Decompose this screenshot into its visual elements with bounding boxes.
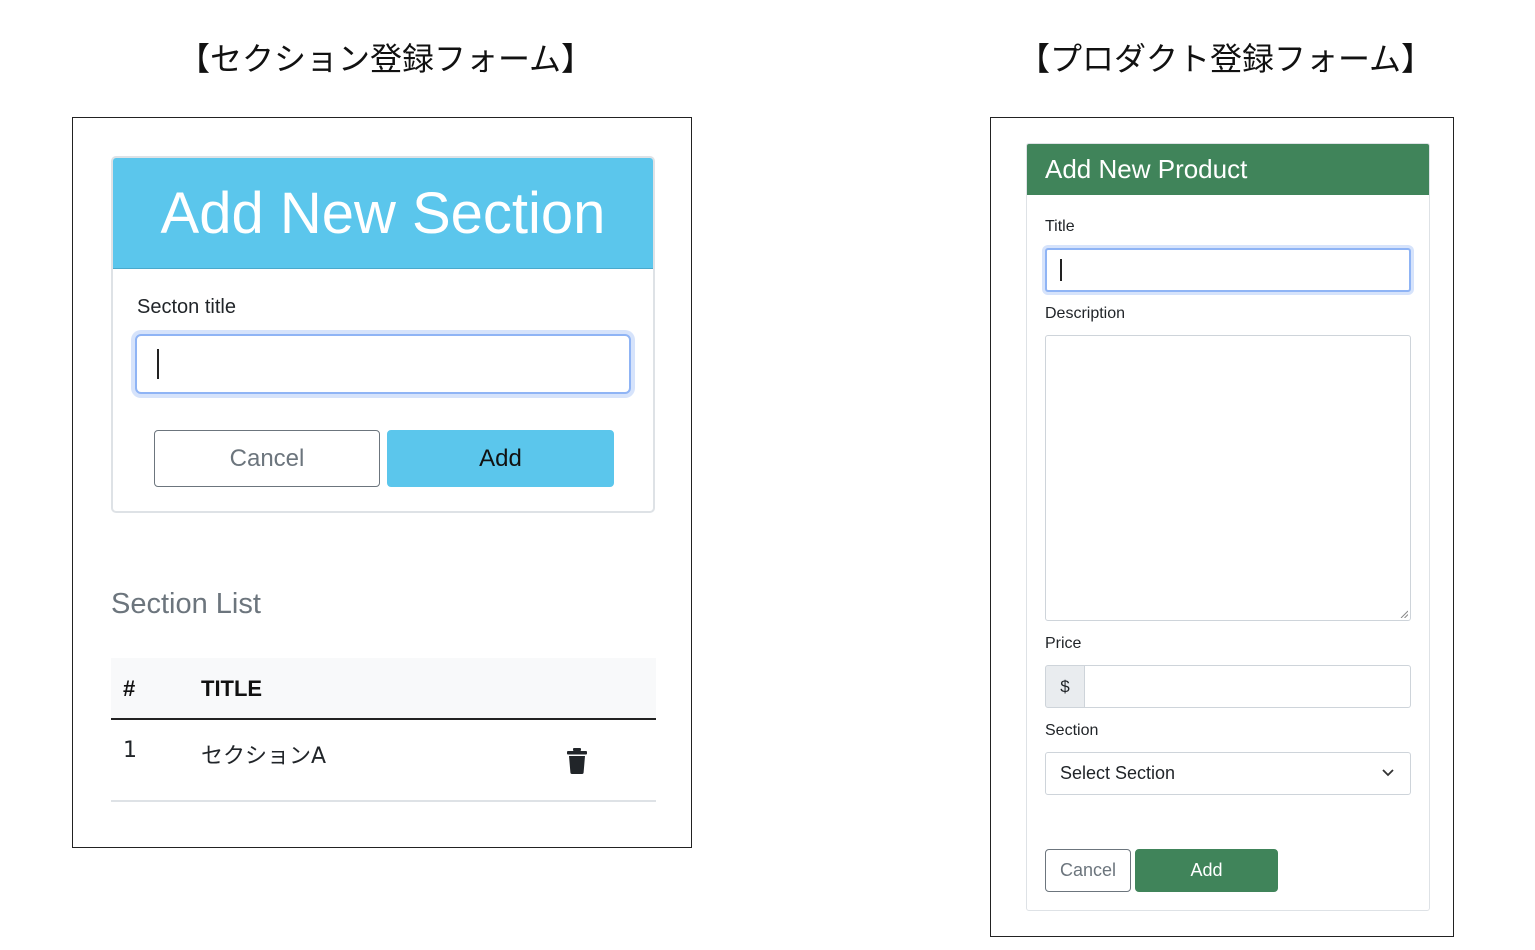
section-title-label: Secton title — [137, 296, 236, 318]
dollar-prefix: $ — [1045, 665, 1085, 708]
product-title-input[interactable] — [1045, 248, 1411, 292]
product-cancel-button[interactable]: Cancel — [1045, 849, 1131, 892]
section-cancel-button[interactable]: Cancel — [154, 430, 380, 487]
product-price-input[interactable] — [1085, 665, 1411, 708]
section-form-caption: 【セクション登録フォーム】 — [178, 40, 594, 78]
add-section-header: Add New Section — [113, 158, 653, 269]
add-product-card: Add New Product Title Description Price … — [1026, 143, 1430, 911]
add-product-header: Add New Product — [1027, 144, 1429, 195]
section-select-value: Select Section — [1060, 763, 1176, 783]
product-form-caption: 【プロダクト登録フォーム】 — [1018, 40, 1434, 78]
section-select[interactable]: Select Section — [1045, 752, 1411, 795]
table-row: 1 セクションA — [111, 720, 656, 802]
price-input-group: $ — [1045, 665, 1411, 708]
section-list-heading: Section List — [111, 588, 261, 620]
add-section-card: Add New Section Secton title Cancel Add — [111, 156, 655, 513]
text-caret — [1060, 259, 1062, 281]
row-title: セクションA — [201, 744, 327, 769]
section-list-table: # TITLE 1 セクションA — [111, 658, 656, 802]
product-add-button[interactable]: Add — [1135, 849, 1278, 892]
product-title-label: Title — [1045, 218, 1075, 235]
table-header-row: # TITLE — [111, 658, 656, 720]
column-header-title: TITLE — [201, 676, 263, 701]
product-price-label: Price — [1045, 635, 1082, 652]
product-section-label: Section — [1045, 722, 1099, 739]
column-header-number: # — [123, 676, 136, 701]
row-number: 1 — [123, 738, 137, 763]
section-form-frame: Add New Section Secton title Cancel Add … — [72, 117, 692, 848]
section-add-button[interactable]: Add — [387, 430, 614, 487]
trash-icon[interactable] — [567, 748, 587, 774]
chevron-down-icon — [1382, 769, 1394, 777]
section-title-input[interactable] — [135, 334, 631, 394]
resize-grip-icon[interactable] — [1400, 610, 1408, 618]
product-description-label: Description — [1045, 305, 1126, 322]
product-description-textarea[interactable] — [1045, 335, 1411, 621]
text-caret — [157, 349, 159, 379]
product-form-frame: Add New Product Title Description Price … — [990, 117, 1454, 937]
